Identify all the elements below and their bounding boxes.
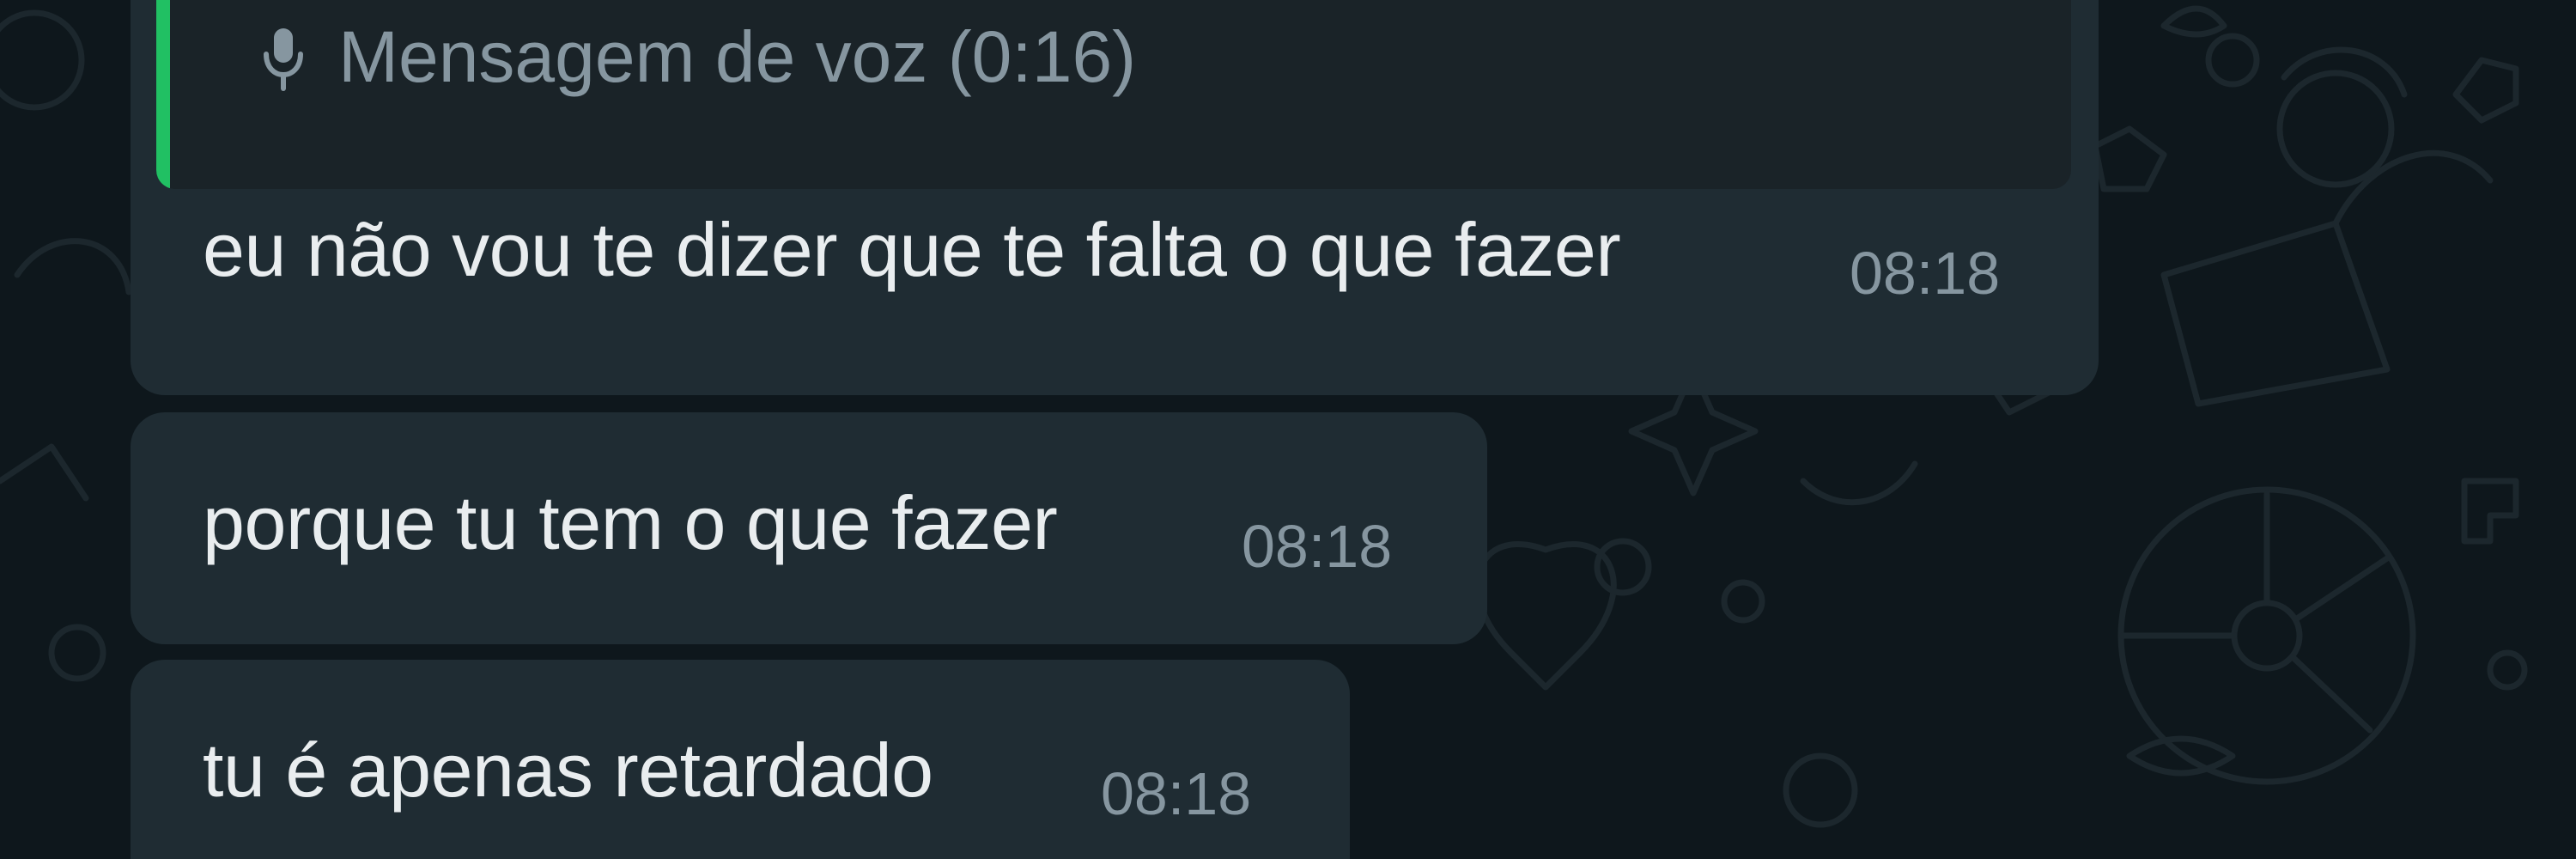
message-time: 08:18: [1850, 240, 2001, 307]
message-text: eu não vou te dizer que te falta o que f…: [203, 207, 1621, 292]
mic-icon: [264, 27, 303, 91]
message-text: tu é apenas retardado: [203, 728, 933, 813]
reply-preview-label: Mensagem de voz (0:16): [338, 16, 1137, 97]
message-bubble[interactable]: tu é apenas retardado 08:18: [131, 660, 1350, 859]
reply-preview[interactable]: Mensagem de voz (0:16): [156, 0, 2071, 189]
reply-accent-bar: [156, 0, 170, 189]
message-text: porque tu tem o que fazer: [203, 480, 1058, 565]
message-bubble[interactable]: porque tu tem o que fazer 08:18: [131, 412, 1487, 644]
chat-area[interactable]: Mensagem de voz (0:16) eu não vou te diz…: [0, 0, 2576, 859]
message-time: 08:18: [1242, 513, 1393, 580]
message-bubble[interactable]: Mensagem de voz (0:16) eu não vou te diz…: [131, 0, 2099, 395]
message-time: 08:18: [1101, 760, 1252, 827]
